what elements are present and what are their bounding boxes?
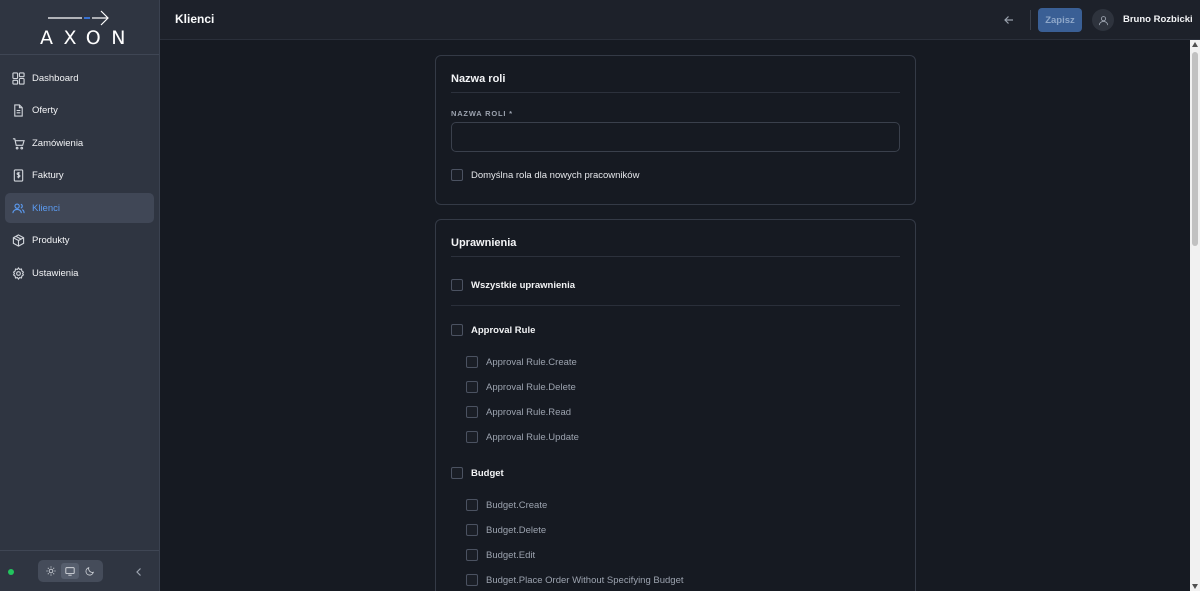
scroll-down-arrow-icon[interactable] [1192, 584, 1198, 589]
sidebar-item-label: Produkty [32, 235, 70, 246]
card-divider [451, 256, 900, 257]
cart-icon [12, 137, 25, 150]
sidebar-item-zamowienia[interactable]: Zamówienia [5, 128, 154, 158]
permission-label: Budget.Delete [486, 524, 547, 536]
document-icon [12, 104, 25, 117]
default-role-checkbox[interactable] [451, 169, 463, 181]
monitor-icon [65, 567, 76, 576]
permission-group-budget[interactable]: Budget [451, 467, 504, 479]
topbar: Klienci Zapisz Bruno Rozbicki [160, 0, 1200, 40]
avatar[interactable] [1092, 9, 1114, 31]
permission-checkbox[interactable] [466, 381, 478, 393]
moon-icon [85, 567, 95, 576]
role-card-title: Nazwa roli [451, 73, 506, 85]
logo-arrow-icon [48, 10, 109, 26]
card-divider [451, 92, 900, 93]
user-icon [1098, 15, 1108, 25]
sun-icon [46, 566, 56, 576]
scroll-thumb[interactable] [1192, 52, 1198, 246]
sidebar-item-label: Klienci [32, 202, 60, 214]
all-permissions-label: Wszystkie uprawnienia [471, 279, 576, 291]
sidebar-item-label: Zamówienia [32, 137, 84, 149]
sidebar-item-dashboard[interactable]: Dashboard [5, 63, 154, 93]
logo[interactable]: AXON [0, 0, 159, 55]
topbar-divider [1030, 10, 1031, 30]
permissions-divider [451, 305, 900, 306]
sidebar-item-label: Oferty [32, 105, 58, 116]
permission-item[interactable]: Budget.Place Order Without Specifying Bu… [466, 574, 684, 586]
permissions-card-title: Uprawnienia [451, 237, 517, 249]
permission-checkbox[interactable] [466, 499, 478, 511]
sidebar-nav: Dashboard Oferty Zamówienia Faktury Klie… [0, 55, 159, 288]
role-name-input[interactable] [451, 122, 900, 152]
permission-group-checkbox[interactable] [451, 324, 463, 336]
permission-label: Approval Rule.Delete [486, 381, 576, 393]
permission-item[interactable]: Budget.Create [466, 499, 547, 511]
permission-checkbox[interactable] [466, 431, 478, 443]
sidebar-item-label: Dashboard [32, 72, 79, 84]
permission-checkbox[interactable] [466, 574, 478, 586]
sidebar-item-ustawienia[interactable]: Ustawienia [5, 258, 154, 288]
permission-item[interactable]: Budget.Edit [466, 549, 535, 561]
sidebar-item-label: Faktury [32, 170, 64, 181]
permission-item[interactable]: Approval Rule.Update [466, 431, 579, 443]
sidebar-item-oferty[interactable]: Oferty [5, 96, 154, 126]
page-scrollbar[interactable] [1190, 40, 1200, 591]
permission-label: Budget.Edit [486, 549, 536, 561]
page-title: Klienci [175, 12, 215, 26]
sidebar-item-label: Ustawienia [32, 267, 79, 279]
permission-group-label: Budget [471, 467, 504, 479]
permission-label: Approval Rule.Create [486, 356, 577, 368]
sidebar-item-produkty[interactable]: Produkty [5, 226, 154, 256]
permission-label: Approval Rule.Read [486, 406, 572, 418]
arrow-left-icon [1004, 16, 1013, 24]
permission-label: Approval Rule.Update [486, 431, 579, 443]
permission-checkbox[interactable] [466, 549, 478, 561]
default-role-checkbox-row[interactable]: Domyślna rola dla nowych pracowników [451, 169, 639, 181]
all-permissions-row[interactable]: Wszystkie uprawnienia [451, 279, 575, 291]
permission-checkbox[interactable] [466, 524, 478, 536]
permission-item[interactable]: Approval Rule.Create [466, 356, 577, 368]
sidebar-footer [0, 550, 159, 591]
sidebar-item-faktury[interactable]: Faktury [5, 161, 154, 191]
users-icon [12, 202, 25, 215]
permission-group-approval-rule[interactable]: Approval Rule [451, 324, 535, 336]
role-name-card: Nazwa roli NAZWA ROLI * Domyślna rola dl… [435, 55, 916, 205]
permission-group-label: Approval Rule [471, 324, 536, 336]
permission-group-checkbox[interactable] [451, 467, 463, 479]
permission-item[interactable]: Approval Rule.Delete [466, 381, 576, 393]
permission-item[interactable]: Budget.Delete [466, 524, 546, 536]
theme-switcher [38, 560, 103, 582]
theme-system-button[interactable] [61, 563, 80, 579]
logo-text: AXON [40, 27, 136, 49]
default-role-label: Domyślna rola dla nowych pracowników [471, 169, 640, 181]
dashboard-icon [12, 71, 25, 85]
save-button[interactable]: Zapisz [1038, 8, 1082, 32]
sidebar-item-klienci[interactable]: Klienci [5, 193, 154, 223]
permission-item[interactable]: Approval Rule.Read [466, 406, 571, 418]
back-button[interactable] [1002, 13, 1016, 27]
package-icon [12, 234, 25, 247]
permission-label: Budget.Place Order Without Specifying Bu… [486, 574, 684, 586]
gear-icon [12, 266, 25, 280]
theme-dark-button[interactable] [81, 563, 99, 579]
permissions-card: Uprawnienia Wszystkie uprawnienia Approv… [435, 219, 916, 591]
online-status-dot [8, 569, 14, 575]
collapse-sidebar-button[interactable] [133, 565, 145, 577]
theme-light-button[interactable] [42, 563, 60, 579]
user-name[interactable]: Bruno Rozbicki [1123, 14, 1193, 25]
chevron-left-icon [136, 568, 141, 576]
all-permissions-checkbox[interactable] [451, 279, 463, 291]
sidebar: AXON Dashboard Oferty Zamówienia Faktury [0, 0, 160, 591]
main-content: Nazwa roli NAZWA ROLI * Domyślna rola dl… [160, 40, 1190, 591]
permission-checkbox[interactable] [466, 406, 478, 418]
scroll-up-arrow-icon[interactable] [1192, 42, 1198, 47]
permission-checkbox[interactable] [466, 356, 478, 368]
invoice-icon [12, 169, 25, 182]
role-name-label: NAZWA ROLI * [451, 109, 513, 118]
permission-label: Budget.Create [486, 499, 548, 511]
